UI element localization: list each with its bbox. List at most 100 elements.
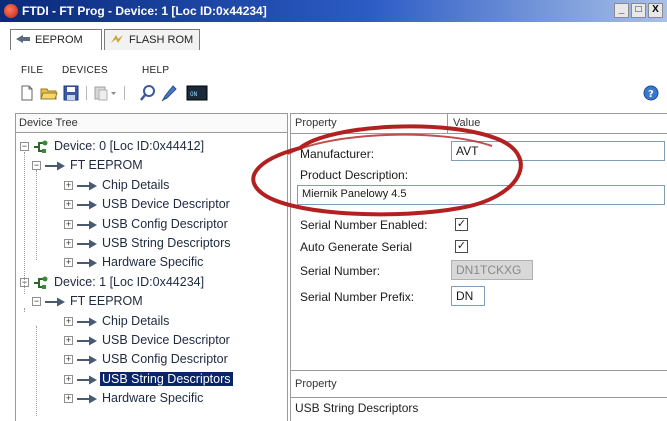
tree-node-label: USB Device Descriptor — [102, 197, 230, 212]
collapse-icon[interactable]: − — [32, 297, 41, 307]
tree-node[interactable]: − Device: 1 [Loc ID:0x44234] — [16, 274, 289, 293]
tab-flash-rom[interactable]: FLASH ROM — [104, 29, 200, 50]
tree-node[interactable]: + Chip Details — [16, 313, 289, 332]
tree-connector — [36, 170, 37, 260]
tree-node-label: Hardware Specific — [102, 255, 204, 270]
arrow-icon — [76, 393, 98, 405]
column-divider — [447, 114, 448, 134]
tree-node[interactable]: − FT EEPROM — [16, 157, 289, 176]
expand-icon[interactable]: + — [64, 355, 73, 365]
expand-icon[interactable]: + — [64, 316, 73, 326]
toolbar: ON ? — [0, 82, 667, 104]
serial-number-enabled-label: Serial Number Enabled: — [300, 218, 428, 232]
tree-node-label: USB String Descriptors — [102, 236, 231, 250]
expand-icon[interactable]: + — [64, 180, 73, 190]
tree-connector — [24, 308, 25, 312]
tree-node[interactable]: + Hardware Specific — [16, 254, 289, 273]
app-icon — [4, 4, 18, 18]
tree-node[interactable]: + USB String Descriptors — [16, 235, 289, 254]
arrow-icon — [76, 180, 98, 192]
tree-node-label: FT EEPROM — [70, 158, 143, 173]
arrow-icon — [76, 219, 98, 231]
arrow-icon — [76, 257, 98, 269]
tree-node[interactable]: + USB Config Descriptor — [16, 216, 289, 235]
maximize-button[interactable]: □ — [631, 3, 646, 18]
expand-icon[interactable]: + — [64, 200, 73, 210]
tree-node-label: Hardware Specific — [102, 391, 204, 406]
tree-node[interactable]: + Chip Details — [16, 177, 289, 196]
tree-node-label: USB Config Descriptor — [102, 352, 228, 367]
menu-help[interactable]: HELP — [142, 65, 169, 76]
close-button[interactable]: X — [648, 3, 663, 18]
product-description-label: Product Description: — [300, 168, 409, 182]
tab-strip: EEPROM FLASH ROM — [0, 22, 667, 52]
tree-node[interactable]: + USB Config Descriptor — [16, 351, 289, 370]
serial-number-enabled-checkbox[interactable]: ✓ — [455, 218, 468, 231]
auto-generate-serial-label: Auto Generate Serial — [300, 240, 413, 254]
expand-icon[interactable]: + — [64, 219, 73, 229]
product-description-field[interactable]: Miernik Panelowy 4.5 — [297, 185, 665, 205]
tree-node[interactable]: − FT EEPROM — [16, 293, 289, 312]
menu-devices[interactable]: DEVICES — [62, 65, 108, 76]
new-file-icon[interactable] — [18, 84, 36, 102]
expand-icon[interactable]: + — [64, 374, 73, 384]
manufacturer-label: Manufacturer: — [300, 147, 375, 161]
help-icon[interactable]: ? — [642, 84, 660, 102]
auto-generate-serial-checkbox[interactable]: ✓ — [455, 240, 468, 253]
tree-node[interactable]: − Device: 0 [Loc ID:0x44412] — [16, 138, 289, 157]
cycle-ports-icon[interactable]: ON — [186, 84, 208, 102]
tree-node[interactable]: + USB String Descriptors — [16, 371, 289, 390]
arrow-icon — [76, 374, 98, 386]
manufacturer-field[interactable]: AVT — [451, 141, 665, 161]
tree-node-label: USB Config Descriptor — [102, 216, 228, 231]
menu-file[interactable]: FILE — [21, 65, 43, 76]
tab-flash-rom-label: FLASH ROM — [129, 34, 194, 46]
tree-node-label: USB String Descriptors — [100, 371, 233, 386]
tree-node[interactable]: + USB Device Descriptor — [16, 196, 289, 215]
tree-node-label: Chip Details — [102, 313, 170, 328]
description-header: Property — [295, 378, 337, 390]
svg-text:?: ? — [648, 89, 654, 100]
tree-node-label: Device: 1 [Loc ID:0x44234] — [54, 274, 205, 289]
expand-icon[interactable]: + — [64, 394, 73, 404]
arrow-icon — [76, 238, 98, 250]
device-tree-panel: Device Tree − Device: 0 [Loc ID:0x44412] −… — [15, 113, 288, 421]
tree-node-label: Device: 0 [Loc ID:0x44412] — [54, 139, 205, 153]
serial-number-prefix-label: Serial Number Prefix: — [300, 290, 415, 304]
window-controls: _ □ X — [614, 3, 663, 18]
serial-number-prefix-field[interactable]: DN — [451, 286, 485, 306]
tab-eeprom[interactable]: EEPROM — [10, 29, 102, 50]
save-icon[interactable] — [62, 84, 80, 102]
device-tree-header: Device Tree — [16, 114, 287, 133]
expand-icon[interactable]: + — [64, 239, 73, 248]
paste-dropdown-icon[interactable] — [92, 84, 118, 102]
flash-rom-tab-icon — [111, 35, 123, 43]
usb-device-icon — [32, 275, 50, 290]
collapse-icon[interactable]: − — [20, 142, 29, 151]
program-device-icon[interactable] — [160, 84, 178, 102]
expand-icon[interactable]: + — [64, 336, 73, 345]
svg-text:ON: ON — [190, 91, 198, 98]
tree-node[interactable]: + Hardware Specific — [16, 390, 289, 409]
property-grid-header: Property Value — [291, 114, 667, 134]
expand-icon[interactable]: + — [64, 258, 73, 268]
window-title: FTDI - FT Prog - Device: 1 [Loc ID:0x442… — [22, 4, 267, 18]
search-icon[interactable] — [139, 84, 157, 102]
usb-device-icon — [32, 139, 50, 154]
arrow-icon — [76, 354, 98, 366]
tab-eeprom-label: EEPROM — [35, 34, 83, 46]
tree-node-label: USB Device Descriptor — [102, 333, 230, 347]
arrow-icon — [44, 296, 66, 308]
tree-connector — [36, 326, 37, 416]
open-folder-icon[interactable] — [40, 84, 58, 102]
arrow-icon — [76, 335, 98, 347]
tree-connector — [24, 152, 25, 294]
property-description-box: Property USB String Descriptors — [291, 370, 667, 421]
tree-node[interactable]: + USB Device Descriptor — [16, 332, 289, 351]
arrow-icon — [76, 316, 98, 328]
serial-number-field: DN1TCKXG — [451, 260, 533, 280]
arrow-icon — [44, 160, 66, 172]
description-value: USB String Descriptors — [295, 401, 419, 415]
description-divider — [291, 397, 667, 398]
minimize-button[interactable]: _ — [614, 3, 629, 18]
